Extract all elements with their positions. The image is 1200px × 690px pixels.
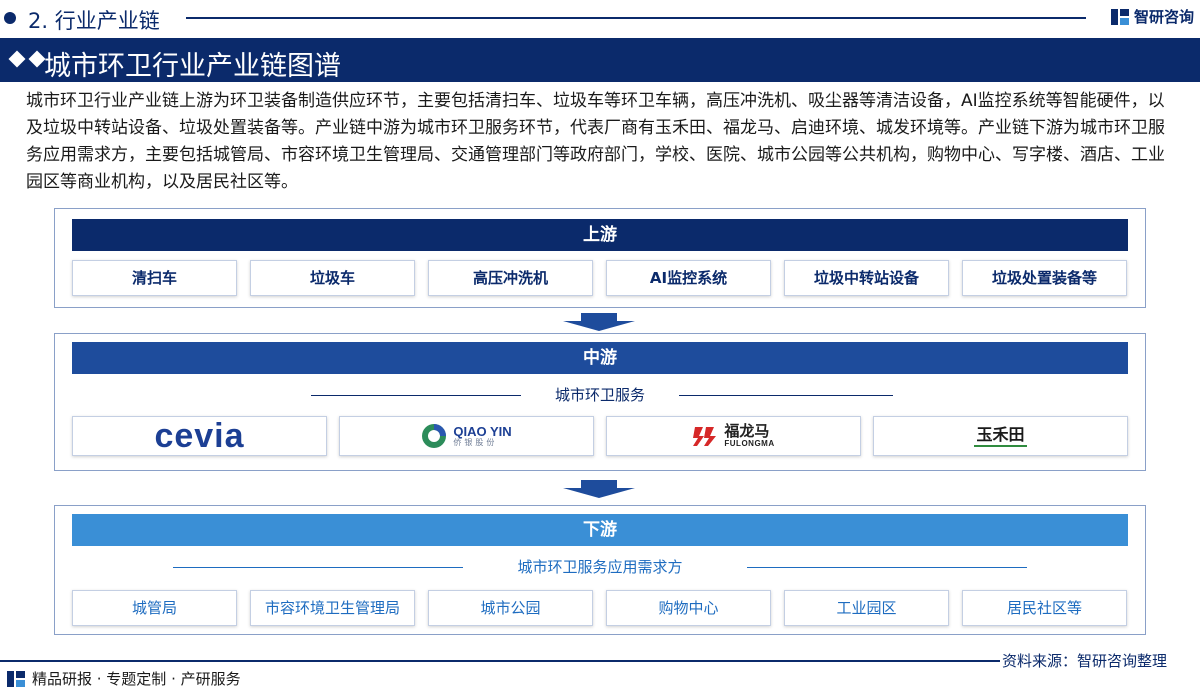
downstream-item: 城管局 [72,590,237,626]
upstream-title: 上游 [72,219,1128,251]
brand: 智研咨询 [1110,6,1194,27]
qiaoyin-emblem-icon [422,424,447,448]
upstream-item: 垃圾中转站设备 [784,260,949,296]
downstream-title: 下游 [72,514,1128,546]
footer-slogan: 精品研报 · 专题定制 · 产研服务 [32,670,241,688]
qiaoyin-wordmark: QIAO YIN 侨银股份 [453,425,511,448]
bullet-dot-icon [4,12,16,24]
upstream-items: 清扫车 垃圾车 高压冲洗机 AI监控系统 垃圾中转站设备 垃圾处置装备等 [72,260,1127,296]
qiaoyin-logo: QIAO YIN 侨银股份 [339,416,594,456]
brand-logo-icon [1111,8,1129,25]
cevia-logo: cevia [72,416,327,456]
upstream-item: AI监控系统 [606,260,771,296]
midstream-panel: 中游 城市环卫服务 cevia QIAO YIN 侨银股份 福龙马 FULONG… [54,333,1146,471]
diamond-icon [8,50,26,68]
company-logos: cevia QIAO YIN 侨银股份 福龙马 FULONGMA 玉禾田 [72,416,1128,456]
upstream-item: 高压冲洗机 [428,260,593,296]
downstream-item: 居民社区等 [962,590,1127,626]
footer-divider [0,660,1000,662]
downstream-items: 城管局 市容环境卫生管理局 城市公园 购物中心 工业园区 居民社区等 [72,590,1127,626]
downstream-item: 市容环境卫生管理局 [250,590,415,626]
subtitle-line-right [679,395,893,396]
header-divider [186,17,1086,19]
qiaoyin-en: QIAO YIN [453,423,512,439]
brand-name: 智研咨询 [1134,8,1195,26]
footer-logo-icon [7,670,25,687]
downstream-panel: 下游 城市环卫服务应用需求方 城管局 市容环境卫生管理局 城市公园 购物中心 工… [54,505,1146,635]
upstream-item: 垃圾处置装备等 [962,260,1127,296]
downstream-item: 购物中心 [606,590,771,626]
source-note: 资料来源：智研咨询整理 [1002,652,1168,670]
upstream-item: 清扫车 [72,260,237,296]
yuhetian-logo: 玉禾田 [873,416,1128,456]
subtitle-line-right [747,567,1027,568]
upstream-panel: 上游 清扫车 垃圾车 高压冲洗机 AI监控系统 垃圾中转站设备 垃圾处置装备等 [54,208,1146,308]
fulongma-cn: 福龙马 [724,421,770,440]
title-banner: 城市环卫行业产业链图谱 [0,38,1200,82]
down-arrow-icon [563,480,635,498]
qiaoyin-cn: 侨银股份 [453,437,498,447]
section-header: 2. 行业产业链 智研咨询 [0,0,1200,36]
intro-paragraph: 城市环卫行业产业链上游为环卫装备制造供应环节，主要包括清扫车、垃圾车等环卫车辆，… [26,91,1165,192]
diamond-icon [28,50,46,68]
upstream-item: 垃圾车 [250,260,415,296]
fulongma-en: FULONGMA [724,438,775,448]
downstream-item: 城市公园 [428,590,593,626]
yuhetian-wordmark: 玉禾田 [974,425,1027,447]
page-title: 城市环卫行业产业链图谱 [44,51,341,82]
section-title: 2. 行业产业链 [28,9,160,33]
footer-brand: 精品研报 · 专题定制 · 产研服务 [6,668,241,689]
down-arrow-icon [563,313,635,331]
diamond-icons [8,50,46,68]
cevia-wordmark: cevia [154,416,245,455]
fulongma-logo: 福龙马 FULONGMA [606,416,861,456]
fulongma-wordmark: 福龙马 FULONGMA [724,421,775,449]
midstream-subtitle: 城市环卫服务 [554,386,645,404]
midstream-title: 中游 [72,342,1128,374]
downstream-item: 工业园区 [784,590,949,626]
fulongma-emblem-icon [693,427,717,446]
